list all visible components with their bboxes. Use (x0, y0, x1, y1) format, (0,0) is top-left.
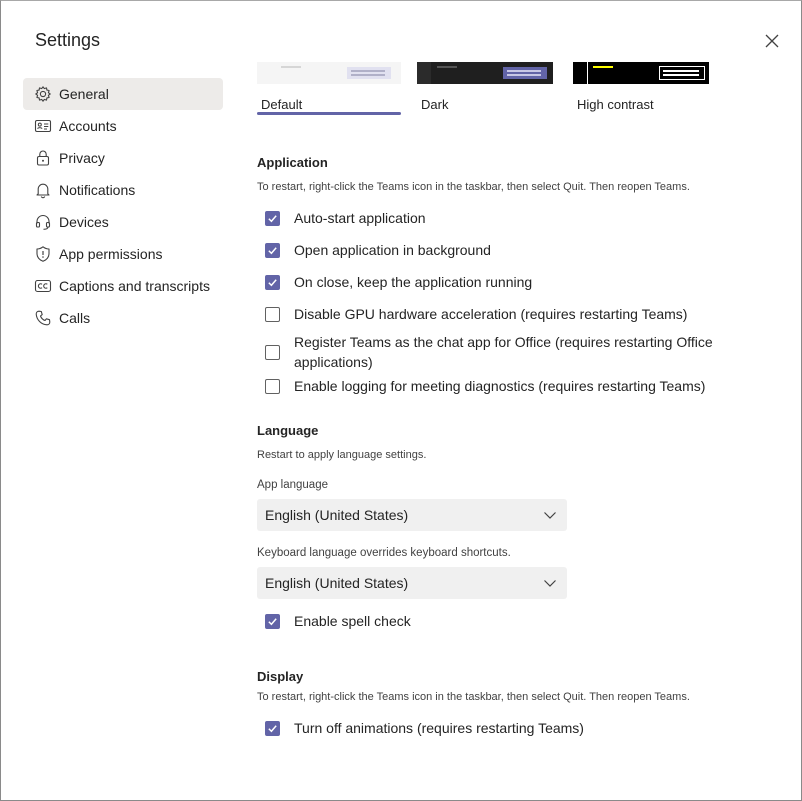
settings-nav: General Accounts Privacy Notifications D… (23, 78, 223, 334)
theme-label: High contrast (577, 97, 654, 112)
sidebar-item-label: Calls (59, 310, 91, 326)
checkbox-box[interactable] (265, 275, 280, 290)
chevron-down-icon (544, 512, 556, 519)
chevron-down-icon (544, 580, 556, 587)
theme-option-default[interactable]: Default (257, 62, 401, 115)
bell-icon (34, 181, 52, 199)
application-description: To restart, right-click the Teams icon i… (257, 181, 690, 193)
headset-icon (34, 213, 52, 231)
keyboard-language-select[interactable]: English (United States) (257, 567, 567, 599)
gear-icon (34, 85, 52, 103)
display-description: To restart, right-click the Teams icon i… (257, 691, 690, 703)
theme-label: Default (261, 97, 303, 112)
display-heading: Display (257, 669, 304, 684)
auto-start-checkbox[interactable]: Auto-start application (265, 210, 426, 228)
app-language-label: App language (257, 479, 328, 491)
checkbox-label: Open application in background (294, 242, 491, 258)
checkmark-icon (268, 247, 277, 255)
open-in-background-checkbox[interactable]: Open application in background (265, 242, 491, 260)
select-value: English (United States) (265, 575, 409, 591)
phone-icon (34, 309, 52, 327)
selected-indicator (257, 112, 401, 115)
sidebar-item-label: Captions and transcripts (59, 278, 210, 294)
sidebar-item-general[interactable]: General (23, 78, 223, 110)
sidebar-item-label: Devices (59, 214, 109, 230)
select-value: English (United States) (265, 507, 409, 523)
theme-option-dark[interactable]: Dark (417, 62, 553, 112)
checkmark-icon (268, 725, 277, 733)
id-card-icon (34, 117, 52, 135)
checkmark-icon (268, 279, 277, 287)
sidebar-item-app-permissions[interactable]: App permissions (23, 238, 223, 270)
checkbox-label: Turn off animations (requires restarting… (294, 720, 584, 736)
sidebar-item-devices[interactable]: Devices (23, 206, 223, 238)
theme-label: Dark (421, 97, 449, 112)
checkbox-label: On close, keep the application running (294, 274, 533, 290)
settings-dialog: Settings General Accounts Privacy Notifi… (0, 0, 802, 801)
checkbox-box[interactable] (265, 344, 280, 360)
language-heading: Language (257, 423, 319, 438)
checkbox-box[interactable] (265, 379, 280, 394)
keep-running-on-close-checkbox[interactable]: On close, keep the application running (265, 274, 532, 292)
checkbox-box[interactable] (265, 614, 280, 629)
closed-captions-icon (34, 277, 52, 295)
sidebar-item-privacy[interactable]: Privacy (23, 142, 223, 174)
checkbox-box[interactable] (265, 307, 280, 322)
settings-content: Default Dark High contrast Application T… (257, 1, 777, 801)
checkbox-box[interactable] (265, 721, 280, 736)
checkbox-label: Auto-start application (294, 210, 426, 226)
theme-preview-high-contrast (573, 62, 709, 84)
theme-preview-default (257, 62, 401, 84)
enable-meeting-logging-checkbox[interactable]: Enable logging for meeting diagnostics (… (265, 378, 705, 396)
shield-icon (34, 245, 52, 263)
sidebar-item-label: Privacy (59, 150, 105, 166)
spell-check-checkbox[interactable]: Enable spell check (265, 613, 411, 631)
sidebar-item-label: Notifications (59, 182, 136, 198)
sidebar-item-label: General (59, 86, 109, 102)
checkbox-label: Enable spell check (294, 613, 411, 629)
checkbox-label: Disable GPU hardware acceleration (requi… (294, 306, 688, 322)
sidebar-item-captions-transcripts[interactable]: Captions and transcripts (23, 270, 223, 302)
checkbox-box[interactable] (265, 243, 280, 258)
sidebar-item-calls[interactable]: Calls (23, 302, 223, 334)
disable-gpu-acceleration-checkbox[interactable]: Disable GPU hardware acceleration (requi… (265, 306, 687, 324)
checkbox-label: Register Teams as the chat app for Offic… (294, 334, 713, 370)
application-heading: Application (257, 155, 328, 170)
language-description: Restart to apply language settings. (257, 449, 427, 461)
sidebar-item-label: Accounts (59, 118, 117, 134)
dialog-title: Settings (35, 30, 101, 50)
sidebar-item-accounts[interactable]: Accounts (23, 110, 223, 142)
checkbox-box[interactable] (265, 211, 280, 226)
checkmark-icon (268, 215, 277, 223)
sidebar-item-label: App permissions (59, 246, 163, 262)
keyboard-language-label: Keyboard language overrides keyboard sho… (257, 547, 511, 559)
app-language-select[interactable]: English (United States) (257, 499, 567, 531)
sidebar-item-notifications[interactable]: Notifications (23, 174, 223, 206)
lock-icon (34, 149, 52, 167)
theme-preview-dark (417, 62, 553, 84)
theme-option-high-contrast[interactable]: High contrast (573, 62, 709, 112)
checkmark-icon (268, 618, 277, 626)
register-chat-app-checkbox[interactable]: Register Teams as the chat app for Offic… (265, 332, 714, 372)
turn-off-animations-checkbox[interactable]: Turn off animations (requires restarting… (265, 720, 584, 738)
checkbox-label: Enable logging for meeting diagnostics (… (294, 378, 706, 394)
